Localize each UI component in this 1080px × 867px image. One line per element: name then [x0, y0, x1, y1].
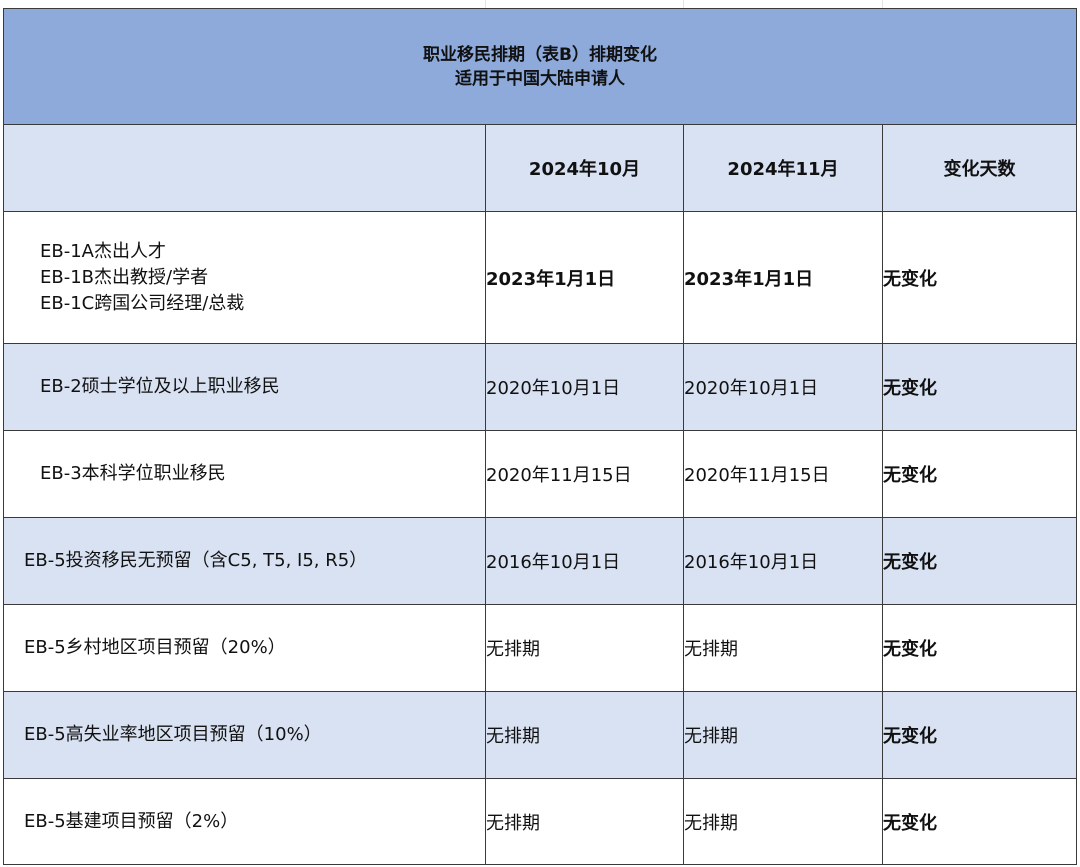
nov-date-cell: 无排期 [683, 778, 883, 865]
title-line-2: 适用于中国大陆申请人 [455, 68, 626, 89]
category-label: EB-3本科学位职业移民 [40, 463, 226, 484]
category-cell: EB-2硕士学位及以上职业移民 [3, 343, 486, 431]
category-label: EB-5乡村地区项目预留（20%） [24, 637, 286, 658]
column-header-change: 变化天数 [881, 124, 1078, 212]
change-cell: 无变化 [881, 343, 1078, 431]
nov-date-cell: 2023年1月1日 [683, 211, 883, 344]
category-cell: EB-5高失业率地区项目预留（10%） [3, 691, 486, 779]
oct-date-cell: 2020年10月1日 [485, 343, 684, 431]
oct-date-cell: 无排期 [485, 691, 684, 779]
nov-date-cell: 2016年10月1日 [683, 517, 883, 605]
category-cell: EB-5投资移民无预留（含C5, T5, I5, R5） [3, 517, 486, 605]
table-row: EB-3本科学位职业移民 2020年11月15日 2020年11月15日 无变化 [3, 430, 1078, 518]
nov-date-cell: 2020年11月15日 [683, 430, 883, 518]
table-title: 职业移民排期（表B）排期变化 适用于中国大陆申请人 [2, 8, 1078, 125]
change-cell: 无变化 [881, 517, 1078, 605]
title-line-1: 职业移民排期（表B）排期变化 [423, 44, 657, 65]
grid-line [882, 0, 883, 8]
grid-line [683, 0, 684, 8]
oct-date-cell: 2016年10月1日 [485, 517, 684, 605]
category-cell: EB-1A杰出人才 EB-1B杰出教授/学者 EB-1C跨国公司经理/总裁 [3, 211, 486, 344]
column-header-nov: 2024年11月 [683, 124, 883, 212]
nov-date-cell: 无排期 [683, 604, 883, 692]
table-row: EB-1A杰出人才 EB-1B杰出教授/学者 EB-1C跨国公司经理/总裁 20… [3, 211, 1078, 344]
change-cell: 无变化 [881, 211, 1078, 344]
change-cell: 无变化 [881, 604, 1078, 692]
category-label: EB-2硕士学位及以上职业移民 [40, 376, 280, 397]
oct-date-cell: 2023年1月1日 [485, 211, 684, 344]
table-row: EB-5乡村地区项目预留（20%） 无排期 无排期 无变化 [3, 604, 1078, 692]
table-row: EB-5高失业率地区项目预留（10%） 无排期 无排期 无变化 [3, 691, 1078, 779]
category-cell: EB-5基建项目预留（2%） [3, 778, 486, 865]
change-cell: 无变化 [881, 691, 1078, 779]
oct-date-cell: 2020年11月15日 [485, 430, 684, 518]
table-row: EB-5投资移民无预留（含C5, T5, I5, R5） 2016年10月1日 … [3, 517, 1078, 605]
visa-bulletin-table: 职业移民排期（表B）排期变化 适用于中国大陆申请人 2024年10月 2024年… [2, 8, 1078, 865]
oct-date-cell: 无排期 [485, 778, 684, 865]
category-label: EB-1A杰出人才 [40, 240, 166, 262]
nov-date-cell: 2020年10月1日 [683, 343, 883, 431]
category-label: EB-1C跨国公司经理/总裁 [40, 292, 245, 314]
change-cell: 无变化 [881, 778, 1078, 865]
category-cell: EB-5乡村地区项目预留（20%） [3, 604, 486, 692]
column-header-category [3, 124, 486, 212]
table-row: EB-2硕士学位及以上职业移民 2020年10月1日 2020年10月1日 无变… [3, 343, 1078, 431]
oct-date-cell: 无排期 [485, 604, 684, 692]
category-label: EB-1B杰出教授/学者 [40, 266, 209, 288]
category-label: EB-5高失业率地区项目预留（10%） [24, 724, 322, 745]
change-cell: 无变化 [881, 430, 1078, 518]
category-cell: EB-3本科学位职业移民 [3, 430, 486, 518]
category-label: EB-5基建项目预留（2%） [24, 810, 239, 832]
header-row: 2024年10月 2024年11月 变化天数 [3, 124, 1078, 212]
grid-line [485, 0, 486, 8]
nov-date-cell: 无排期 [683, 691, 883, 779]
category-label: EB-5投资移民无预留（含C5, T5, I5, R5） [24, 550, 368, 571]
table-row: EB-5基建项目预留（2%） 无排期 无排期 无变化 [3, 778, 1078, 865]
column-header-oct: 2024年10月 [485, 124, 684, 212]
